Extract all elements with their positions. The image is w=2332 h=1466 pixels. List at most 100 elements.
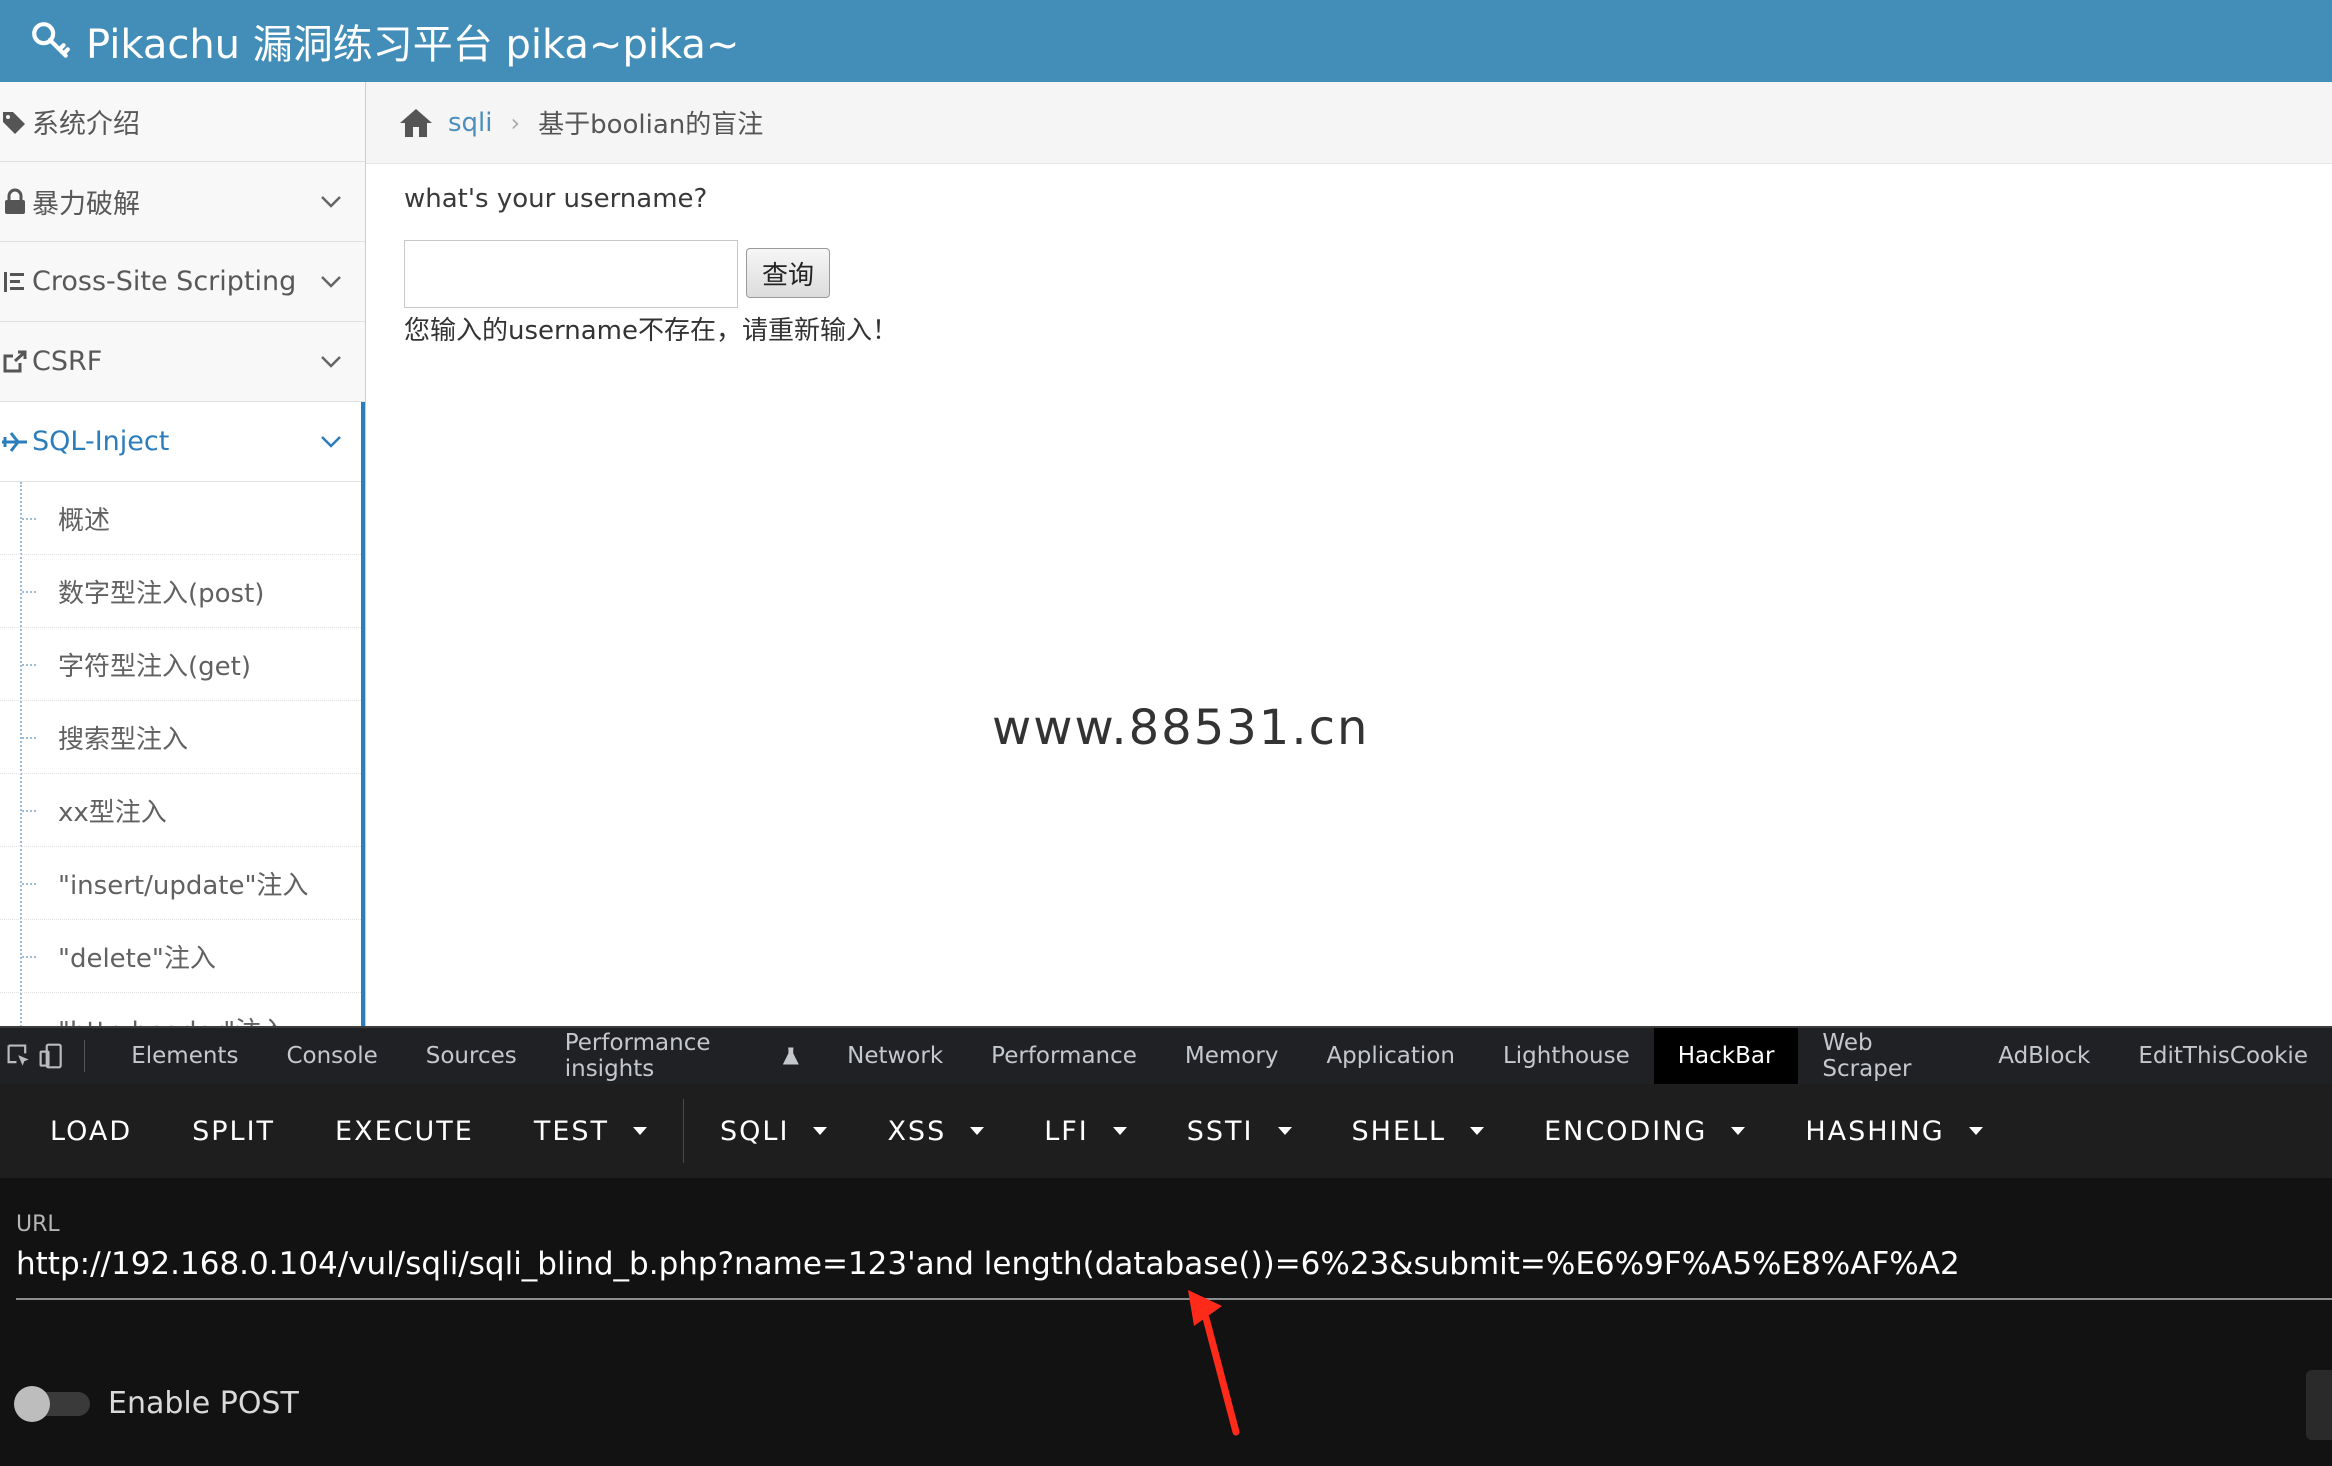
sidebar-item-xss[interactable]: Cross-Site Scripting	[0, 242, 365, 322]
submenu-item-insert-update[interactable]: "insert/update"注入	[0, 847, 365, 920]
lfi-menu[interactable]: LFI	[1014, 1084, 1157, 1178]
submenu-item-search[interactable]: 搜索型注入	[0, 701, 365, 774]
test-menu[interactable]: TEST	[504, 1084, 677, 1178]
tab-performance-insights[interactable]: Performance insights	[541, 1028, 823, 1084]
chevron-down-icon	[321, 276, 341, 288]
menu-label: TEST	[533, 1115, 610, 1147]
tab-network[interactable]: Network	[823, 1028, 967, 1084]
query-button[interactable]: 查询	[746, 248, 830, 298]
lock-icon	[0, 187, 30, 217]
flask-icon	[783, 1047, 800, 1065]
tab-performance[interactable]: Performance	[967, 1028, 1161, 1084]
menu-label: XSS	[887, 1115, 947, 1147]
caret-down-icon	[1112, 1127, 1127, 1135]
enable-post-toggle[interactable]	[14, 1386, 92, 1422]
toolbar-divider	[84, 1040, 86, 1072]
tags-icon	[0, 107, 30, 137]
hashing-menu[interactable]: HASHING	[1775, 1084, 2012, 1178]
active-indicator	[361, 402, 365, 1026]
sqli-menu[interactable]: SQLI	[690, 1084, 857, 1178]
ssti-menu[interactable]: SSTI	[1157, 1084, 1322, 1178]
caret-down-icon	[1731, 1127, 1746, 1135]
breadcrumb-current: 基于boolian的盲注	[538, 110, 764, 140]
panel-scroll-handle[interactable]	[2306, 1370, 2332, 1440]
submenu-item-label: "delete"注入	[58, 943, 216, 974]
hackbar-toolbar: LOAD SPLIT EXECUTE TEST SQLI XSS LFI SST…	[0, 1084, 2332, 1178]
sidebar-item-intro[interactable]: 系统介绍	[0, 82, 365, 162]
split-button[interactable]: SPLIT	[162, 1084, 305, 1178]
tab-elements[interactable]: Elements	[107, 1028, 262, 1084]
sidebar-item-label: CSRF	[32, 346, 103, 377]
tab-adblock[interactable]: AdBlock	[1974, 1028, 2114, 1084]
tab-application[interactable]: Application	[1302, 1028, 1479, 1084]
submenu-item-http-header[interactable]: "http header"注入	[0, 993, 365, 1027]
top-header: Pikachu 漏洞练习平台 pika~pika~	[0, 0, 2332, 82]
sidebar: 系统介绍 暴力破解 Cross-Site Scripting CSRF SQL-…	[0, 82, 366, 1026]
sql-inject-submenu: 概述 数字型注入(post) 字符型注入(get) 搜索型注入 xx型注入 "i…	[0, 482, 365, 1026]
result-message: 您输入的username不存在，请重新输入！	[404, 316, 898, 346]
sidebar-item-sql-inject[interactable]: SQL-Inject	[0, 402, 365, 482]
tab-editthiscookie[interactable]: EditThisCookie	[2114, 1028, 2332, 1084]
submenu-item-delete[interactable]: "delete"注入	[0, 920, 365, 993]
breadcrumb: sqli › 基于boolian的盲注	[366, 82, 2332, 164]
tab-label: Performance insights	[564, 1030, 711, 1082]
submenu-item-xx[interactable]: xx型注入	[0, 774, 365, 847]
caret-down-icon	[813, 1127, 828, 1135]
encoding-menu[interactable]: ENCODING	[1514, 1084, 1775, 1178]
caret-down-icon	[1277, 1127, 1292, 1135]
site-title[interactable]: Pikachu 漏洞练习平台 pika~pika~	[86, 12, 739, 70]
toolbar-divider	[683, 1099, 685, 1163]
caret-down-icon	[1470, 1127, 1485, 1135]
chevron-down-icon	[321, 436, 341, 448]
load-button[interactable]: LOAD	[20, 1084, 162, 1178]
shell-menu[interactable]: SHELL	[1322, 1084, 1515, 1178]
submenu-item-label: xx型注入	[58, 797, 167, 828]
tab-memory[interactable]: Memory	[1161, 1028, 1303, 1084]
submenu-item-label: 搜索型注入	[58, 724, 189, 755]
tab-lighthouse[interactable]: Lighthouse	[1479, 1028, 1654, 1084]
breadcrumb-link-sqli[interactable]: sqli	[448, 108, 493, 138]
list-tree-icon	[0, 267, 30, 297]
submenu-item-label: "http header"注入	[58, 1011, 287, 1027]
submenu-item-overview[interactable]: 概述	[0, 482, 365, 555]
url-underline	[16, 1298, 2332, 1300]
main-content: what's your username? 查询 您输入的username不存在…	[366, 164, 2332, 1026]
sidebar-item-label: Cross-Site Scripting	[32, 266, 297, 297]
url-label: URL	[16, 1212, 60, 1237]
xss-menu[interactable]: XSS	[857, 1084, 1014, 1178]
inspect-element-icon[interactable]	[6, 1041, 32, 1071]
home-icon[interactable]	[398, 107, 434, 139]
submenu-item-numeric-post[interactable]: 数字型注入(post)	[0, 555, 365, 628]
sidebar-item-bruteforce[interactable]: 暴力破解	[0, 162, 365, 242]
menu-label: SSTI	[1186, 1115, 1254, 1147]
chevron-down-icon	[321, 196, 341, 208]
sidebar-item-label: 系统介绍	[32, 109, 140, 140]
hackbar-url-panel: URL http://192.168.0.104/vul/sqli/sqli_b…	[0, 1178, 2332, 1466]
tab-hackbar[interactable]: HackBar	[1653, 1028, 1799, 1084]
tab-console[interactable]: Console	[262, 1028, 401, 1084]
caret-down-icon	[1968, 1127, 1983, 1135]
tab-sources[interactable]: Sources	[402, 1028, 541, 1084]
device-toolbar-icon[interactable]	[38, 1041, 64, 1071]
breadcrumb-separator-icon: ›	[510, 108, 521, 137]
username-input[interactable]	[404, 240, 738, 308]
menu-label: SHELL	[1351, 1115, 1447, 1147]
submenu-item-label: "insert/update"注入	[58, 870, 309, 901]
menu-label: ENCODING	[1544, 1115, 1708, 1147]
page-root: Pikachu 漏洞练习平台 pika~pika~ 系统介绍 暴力破解 Cros…	[0, 0, 2332, 1466]
menu-label: HASHING	[1805, 1115, 1945, 1147]
execute-button[interactable]: EXECUTE	[305, 1084, 504, 1178]
submenu-item-string-get[interactable]: 字符型注入(get)	[0, 628, 365, 701]
enable-post-label: Enable POST	[108, 1386, 299, 1421]
tab-web-scraper[interactable]: Web Scraper	[1798, 1028, 1974, 1084]
toggle-knob	[14, 1386, 50, 1422]
key-icon	[32, 22, 70, 58]
username-question: what's your username?	[404, 184, 708, 214]
caret-down-icon	[633, 1127, 648, 1135]
url-textarea[interactable]: http://192.168.0.104/vul/sqli/sqli_blind…	[16, 1246, 1960, 1282]
watermark: www.88531.cn	[992, 700, 1370, 756]
share-square-icon	[0, 347, 30, 377]
sidebar-item-label: 暴力破解	[32, 189, 140, 220]
caret-down-icon	[970, 1127, 985, 1135]
sidebar-item-csrf[interactable]: CSRF	[0, 322, 365, 402]
